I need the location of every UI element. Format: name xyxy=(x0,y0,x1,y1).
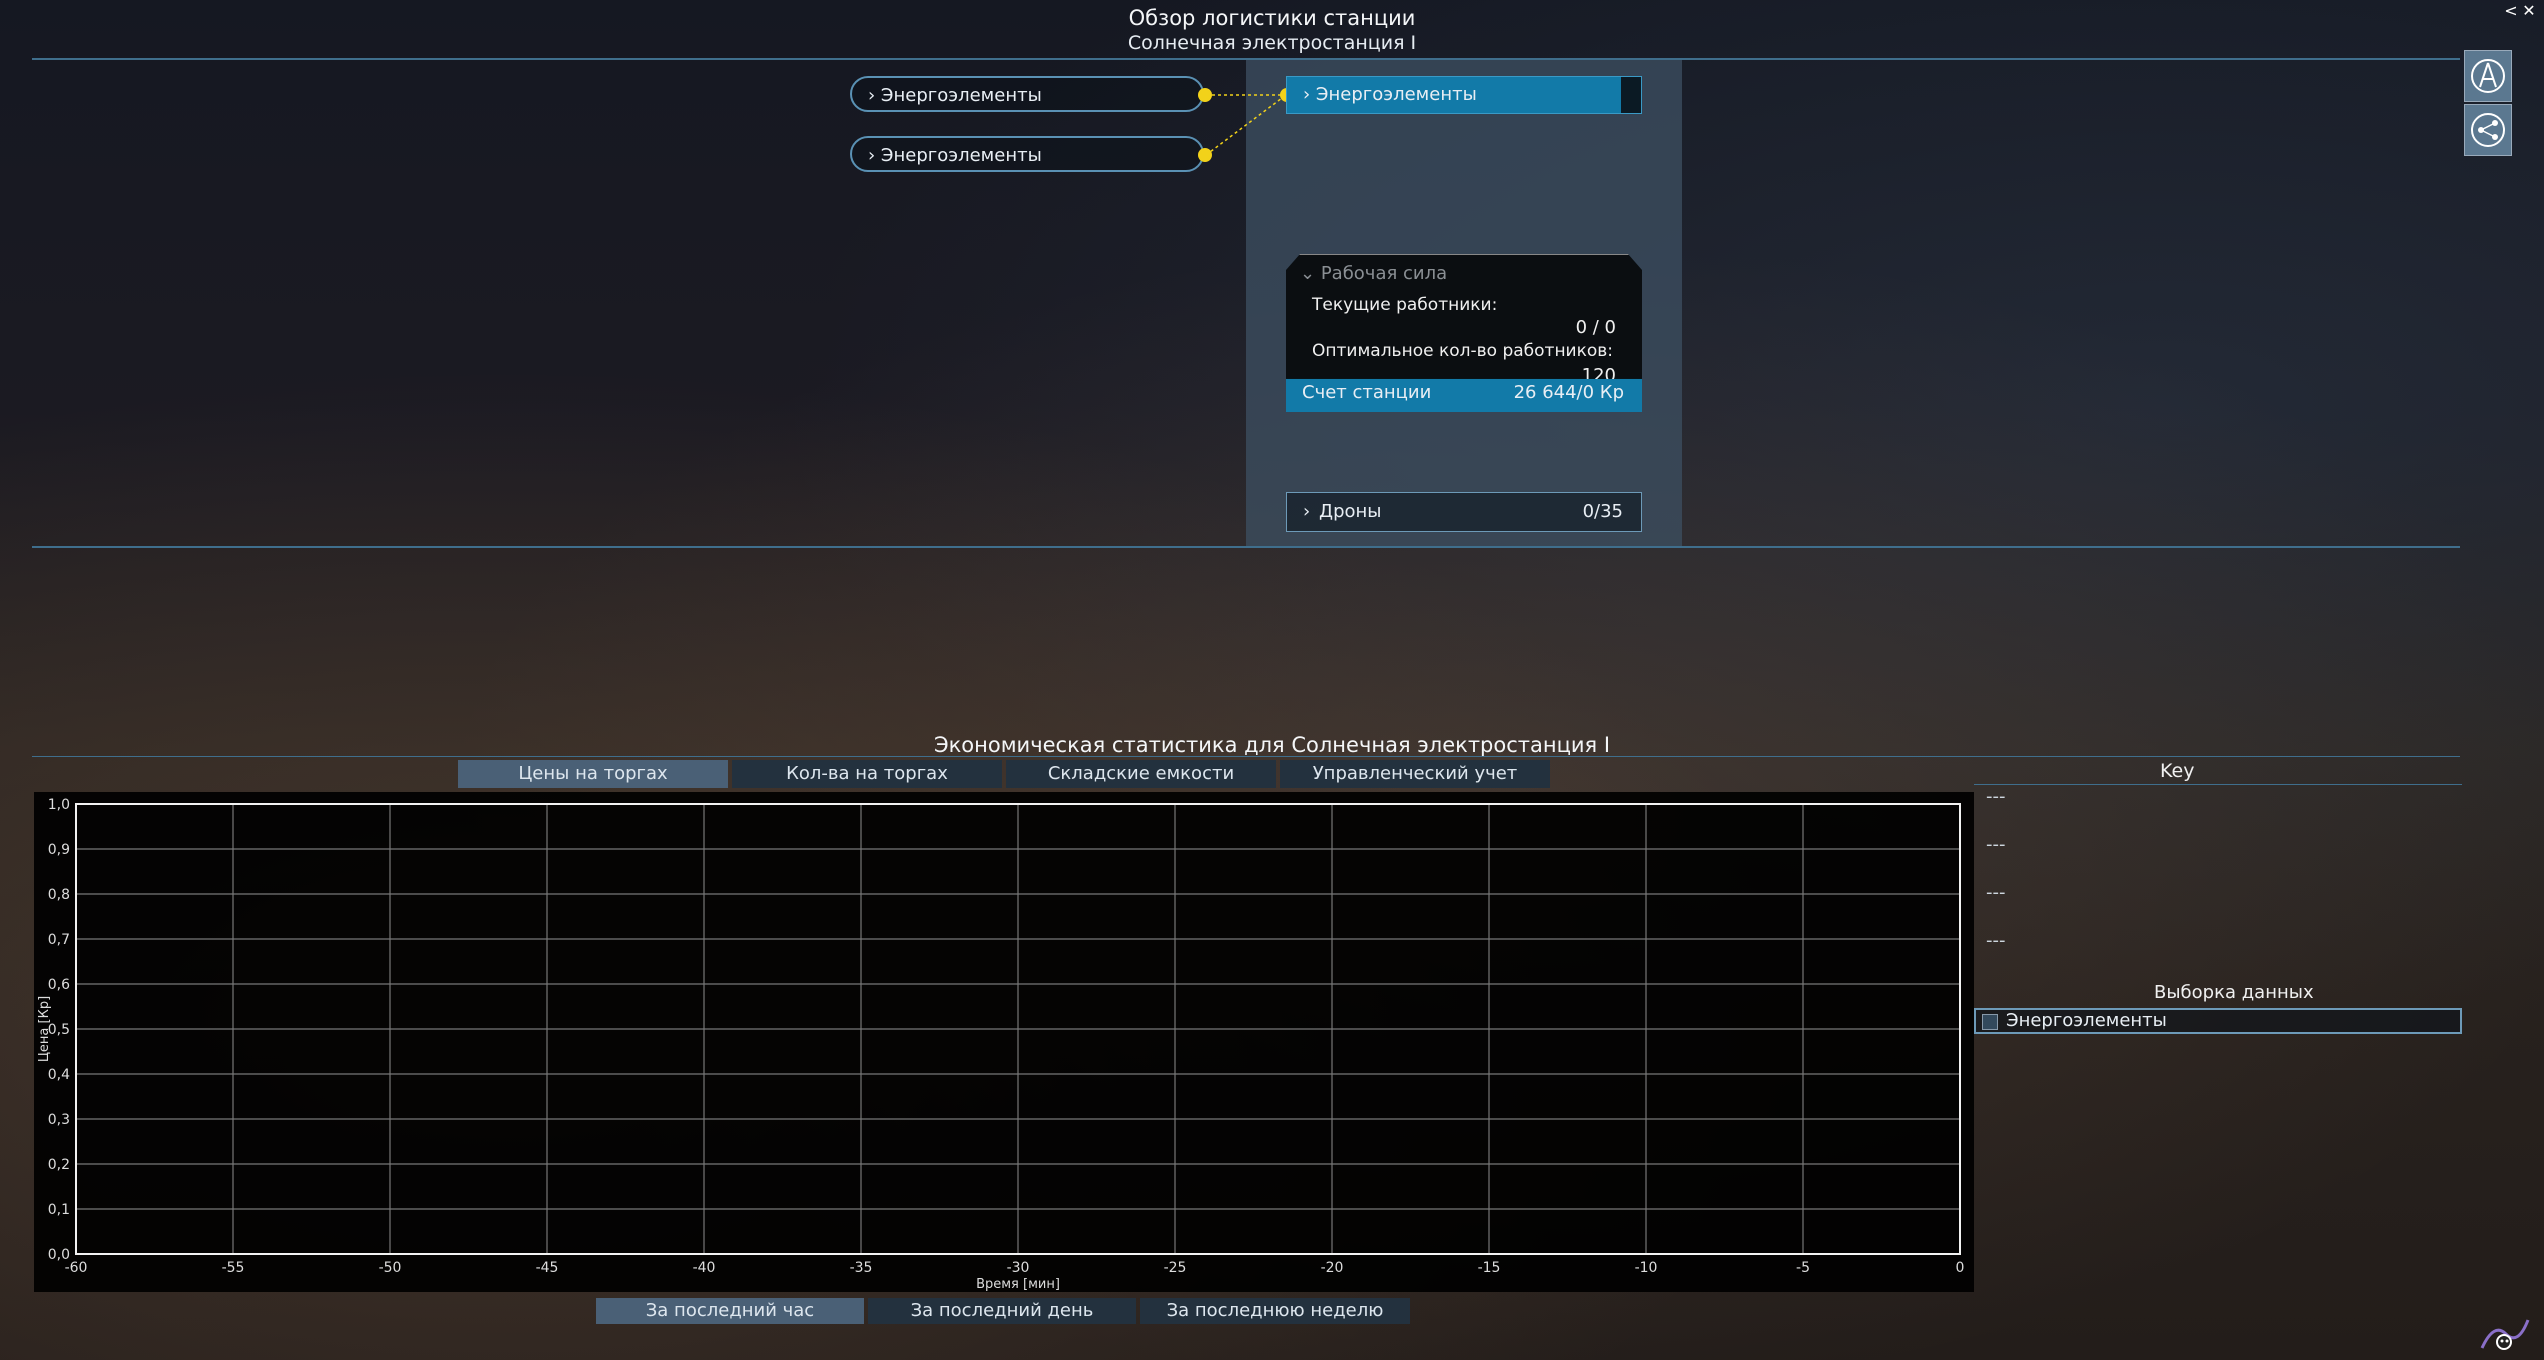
account-value: 26 644/0 Кр xyxy=(1513,382,1624,403)
drones-row[interactable]: › Дроны 0/35 xyxy=(1286,492,1642,532)
x-tick-label: 0 xyxy=(1956,1260,1965,1276)
connector-dot[interactable] xyxy=(1198,88,1212,102)
x-tick-label: -15 xyxy=(1478,1260,1501,1276)
tab-storage-capacity[interactable]: Складские емкости xyxy=(1006,760,1276,788)
x-axis-label: Время [мин] xyxy=(976,1277,1060,1292)
chevron-right-icon: › xyxy=(1303,84,1316,105)
current-workers-label: Текущие работники: xyxy=(1312,295,1498,315)
workforce-header[interactable]: ⌄ Рабочая сила xyxy=(1300,263,1447,284)
input-node-1[interactable]: › Энергоэлементы xyxy=(850,76,1204,112)
compass-icon[interactable] xyxy=(2464,50,2512,102)
y-tick-label: 0,8 xyxy=(48,887,70,903)
chevron-down-icon: ⌄ xyxy=(1300,263,1321,284)
stats-divider xyxy=(32,756,2460,757)
tab-management-accounting[interactable]: Управленческий учет xyxy=(1280,760,1550,788)
checkbox[interactable] xyxy=(1982,1014,1998,1030)
key-entry: --- xyxy=(1986,834,2006,855)
stats-title: Экономическая статистика для Солнечная э… xyxy=(933,733,1611,757)
x-tick-label: -55 xyxy=(222,1260,245,1276)
y-tick-label: 0,3 xyxy=(48,1112,70,1128)
y-tick-label: 0,2 xyxy=(48,1157,70,1173)
optimal-workers-label: Оптимальное кол-во работников: xyxy=(1312,341,1614,361)
y-tick-label: 0,6 xyxy=(48,977,70,993)
price-chart: -60 -55 -50 -45 -40 -35 -30 -25 -20 -15 -10 -5 00,00… xyxy=(37,797,1965,1292)
account-label: Счет станции xyxy=(1302,382,1432,403)
x-tick-label: -20 xyxy=(1321,1260,1344,1276)
input-node-label: Энергоэлементы xyxy=(880,85,1042,106)
close-button[interactable]: ✕ xyxy=(2520,2,2538,20)
x-tick-label: -35 xyxy=(850,1260,873,1276)
back-button[interactable]: < xyxy=(2502,2,2520,20)
output-node[interactable]: › Энергоэлементы xyxy=(1286,76,1642,114)
input-node-2[interactable]: › Энергоэлементы xyxy=(850,136,1204,172)
data-selection-label: Энергоэлементы xyxy=(2006,1010,2167,1031)
output-node-label: Энергоэлементы xyxy=(1315,84,1477,105)
station-name: Солнечная электростанция I xyxy=(1127,32,1417,54)
period-last-week[interactable]: За последнюю неделю xyxy=(1140,1298,1410,1324)
network-icon[interactable] xyxy=(2464,104,2512,156)
x-tick-label: -30 xyxy=(1007,1260,1030,1276)
y-tick-label: 0,9 xyxy=(48,842,70,858)
scrollbar[interactable] xyxy=(1621,77,1641,113)
key-divider xyxy=(1974,784,2462,785)
y-tick-label: 0,7 xyxy=(48,932,70,948)
game-logo-icon xyxy=(2480,1319,2530,1350)
data-selection-title: Выборка данных xyxy=(2154,982,2314,1003)
x-tick-label: -40 xyxy=(693,1260,716,1276)
y-tick-label: 0,0 xyxy=(48,1247,70,1263)
data-selection-item[interactable]: Энергоэлементы xyxy=(1974,1008,2462,1034)
chevron-right-icon: › xyxy=(1303,501,1311,522)
x-tick-label: -45 xyxy=(536,1260,559,1276)
current-workers-value: 0 / 0 xyxy=(1575,317,1616,338)
x-tick-label: -5 xyxy=(1796,1260,1810,1276)
input-node-label: Энергоэлементы xyxy=(880,145,1042,166)
workforce-panel: ⌄ Рабочая сила Текущие работники: 0 / 0 … xyxy=(1286,254,1642,379)
y-axis-label: Цена [Кр] xyxy=(37,996,52,1062)
connector-dot[interactable] xyxy=(1198,148,1212,162)
x-tick-label: -10 xyxy=(1635,1260,1658,1276)
key-entry: --- xyxy=(1986,786,2006,807)
station-account-row[interactable]: Счет станции 26 644/0 Кр xyxy=(1286,378,1642,412)
chevron-right-icon: › xyxy=(868,85,881,106)
key-title: Key xyxy=(2160,760,2195,782)
tab-trade-prices[interactable]: Цены на торгах xyxy=(458,760,728,788)
drones-label: Дроны xyxy=(1319,501,1382,522)
y-tick-label: 1,0 xyxy=(48,797,70,813)
chevron-right-icon: › xyxy=(868,145,881,166)
window-title: Обзор логистики станции xyxy=(1128,6,1416,30)
section-divider xyxy=(32,546,2460,548)
y-tick-label: 0,1 xyxy=(48,1202,70,1218)
drones-value: 0/35 xyxy=(1582,501,1623,522)
y-tick-label: 0,4 xyxy=(48,1067,70,1083)
tab-trade-quantities[interactable]: Кол-ва на торгах xyxy=(732,760,1002,788)
x-tick-label: -25 xyxy=(1164,1260,1187,1276)
x-tick-label: -50 xyxy=(379,1260,402,1276)
chart-area: -60 -55 -50 -45 -40 -35 -30 -25 -20 -15 -10 -5 0 0,0 0… xyxy=(34,792,1974,1292)
period-last-day[interactable]: За последний день xyxy=(868,1298,1136,1324)
key-entry: --- xyxy=(1986,882,2006,903)
period-last-hour[interactable]: За последний час xyxy=(596,1298,864,1324)
workforce-title: Рабочая сила xyxy=(1320,263,1448,284)
key-entry: --- xyxy=(1986,930,2006,951)
